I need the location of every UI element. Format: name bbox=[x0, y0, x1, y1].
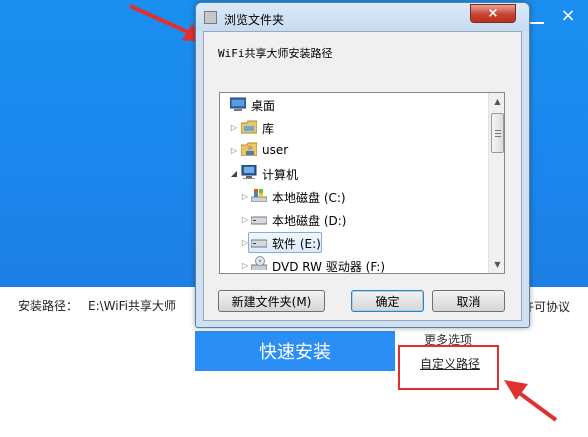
hard-drive-icon bbox=[251, 239, 267, 248]
collapse-arrow-icon[interactable]: ◢ bbox=[230, 170, 238, 178]
expand-arrow-icon[interactable]: ▷ bbox=[241, 262, 249, 270]
expand-arrow-icon[interactable]: ▷ bbox=[241, 193, 249, 201]
dvd-drive-icon bbox=[251, 256, 267, 270]
expand-arrow-icon[interactable]: ▷ bbox=[241, 239, 249, 247]
installer-close-button[interactable]: × bbox=[560, 7, 576, 25]
browse-folder-dialog: 浏览文件夹 × WiFi共享大师安装路径 桌面 ▷ 库 ▷ user ◢ 计算机… bbox=[195, 2, 530, 328]
tree-item-label: DVD RW 驱动器 (F:) bbox=[272, 260, 386, 274]
expand-arrow-icon[interactable]: ▷ bbox=[230, 124, 238, 132]
ok-button[interactable]: 确定 bbox=[351, 290, 424, 312]
tree-scrollbar[interactable]: ▲ ▼ bbox=[488, 93, 504, 273]
install-path-label: 安装路径： bbox=[18, 299, 79, 313]
tree-item-label: 计算机 bbox=[262, 168, 299, 182]
tree-item-desktop[interactable]: 桌面 bbox=[220, 94, 488, 115]
dialog-body: WiFi共享大师安装路径 桌面 ▷ 库 ▷ user ◢ 计算机 ▷ 本地磁盘 … bbox=[203, 31, 522, 321]
tree-item-drive-d[interactable]: ▷ 本地磁盘 (D:) bbox=[220, 209, 488, 230]
dialog-close-button[interactable]: × bbox=[470, 4, 516, 23]
tree-item-drive-f[interactable]: ▷ DVD RW 驱动器 (F:) bbox=[220, 255, 488, 274]
scroll-thumb[interactable] bbox=[491, 113, 504, 153]
quick-install-button[interactable]: 快速安装 bbox=[195, 331, 395, 371]
tree-item-label: 本地磁盘 (D:) bbox=[272, 214, 347, 228]
dialog-titlebar[interactable]: 浏览文件夹 × bbox=[196, 3, 529, 31]
tree-item-label: 本地磁盘 (C:) bbox=[272, 191, 346, 205]
grip-line bbox=[495, 130, 501, 131]
tree-item-label: 桌面 bbox=[251, 99, 276, 113]
scroll-up-arrow-icon[interactable]: ▲ bbox=[489, 93, 504, 110]
computer-icon bbox=[241, 165, 257, 179]
new-folder-button[interactable]: 新建文件夹(M) bbox=[218, 290, 325, 312]
tree-item-computer[interactable]: ◢ 计算机 bbox=[220, 163, 488, 184]
tree-item-drive-c[interactable]: ▷ 本地磁盘 (C:) bbox=[220, 186, 488, 207]
minimize-button[interactable] bbox=[530, 14, 546, 24]
tree-item-drive-e[interactable]: ▷ 软件 (E:) bbox=[220, 232, 488, 253]
tree-item-label: 库 bbox=[262, 122, 275, 136]
expand-arrow-icon[interactable]: ▷ bbox=[241, 216, 249, 224]
tree-item-library[interactable]: ▷ 库 bbox=[220, 117, 488, 138]
dialog-title: 浏览文件夹 bbox=[224, 13, 285, 27]
user-folder-icon bbox=[241, 142, 257, 156]
install-path-value: E:\WiFi共享大师 bbox=[88, 299, 176, 313]
dialog-app-icon bbox=[204, 11, 217, 24]
cancel-button[interactable]: 取消 bbox=[432, 290, 505, 312]
hard-drive-icon bbox=[251, 216, 267, 225]
tree-item-label: 软件 (E:) bbox=[272, 237, 321, 251]
desktop-icon bbox=[230, 97, 246, 111]
dialog-description: WiFi共享大师安装路径 bbox=[218, 47, 333, 60]
tree-item-user[interactable]: ▷ user bbox=[220, 140, 488, 161]
grip-line bbox=[495, 136, 501, 137]
library-folder-icon bbox=[241, 120, 257, 134]
annotation-arrow-bottom bbox=[504, 380, 558, 422]
grip-line bbox=[495, 133, 501, 134]
folder-tree[interactable]: 桌面 ▷ 库 ▷ user ◢ 计算机 ▷ 本地磁盘 (C:) ▷ 本地磁盘 (… bbox=[219, 92, 505, 274]
scroll-down-arrow-icon[interactable]: ▼ bbox=[489, 256, 504, 273]
expand-arrow-icon[interactable]: ▷ bbox=[230, 147, 238, 155]
custom-path-link[interactable]: 自定义路径 bbox=[420, 355, 480, 372]
tree-item-label: user bbox=[262, 143, 289, 157]
system-drive-icon bbox=[251, 189, 267, 202]
